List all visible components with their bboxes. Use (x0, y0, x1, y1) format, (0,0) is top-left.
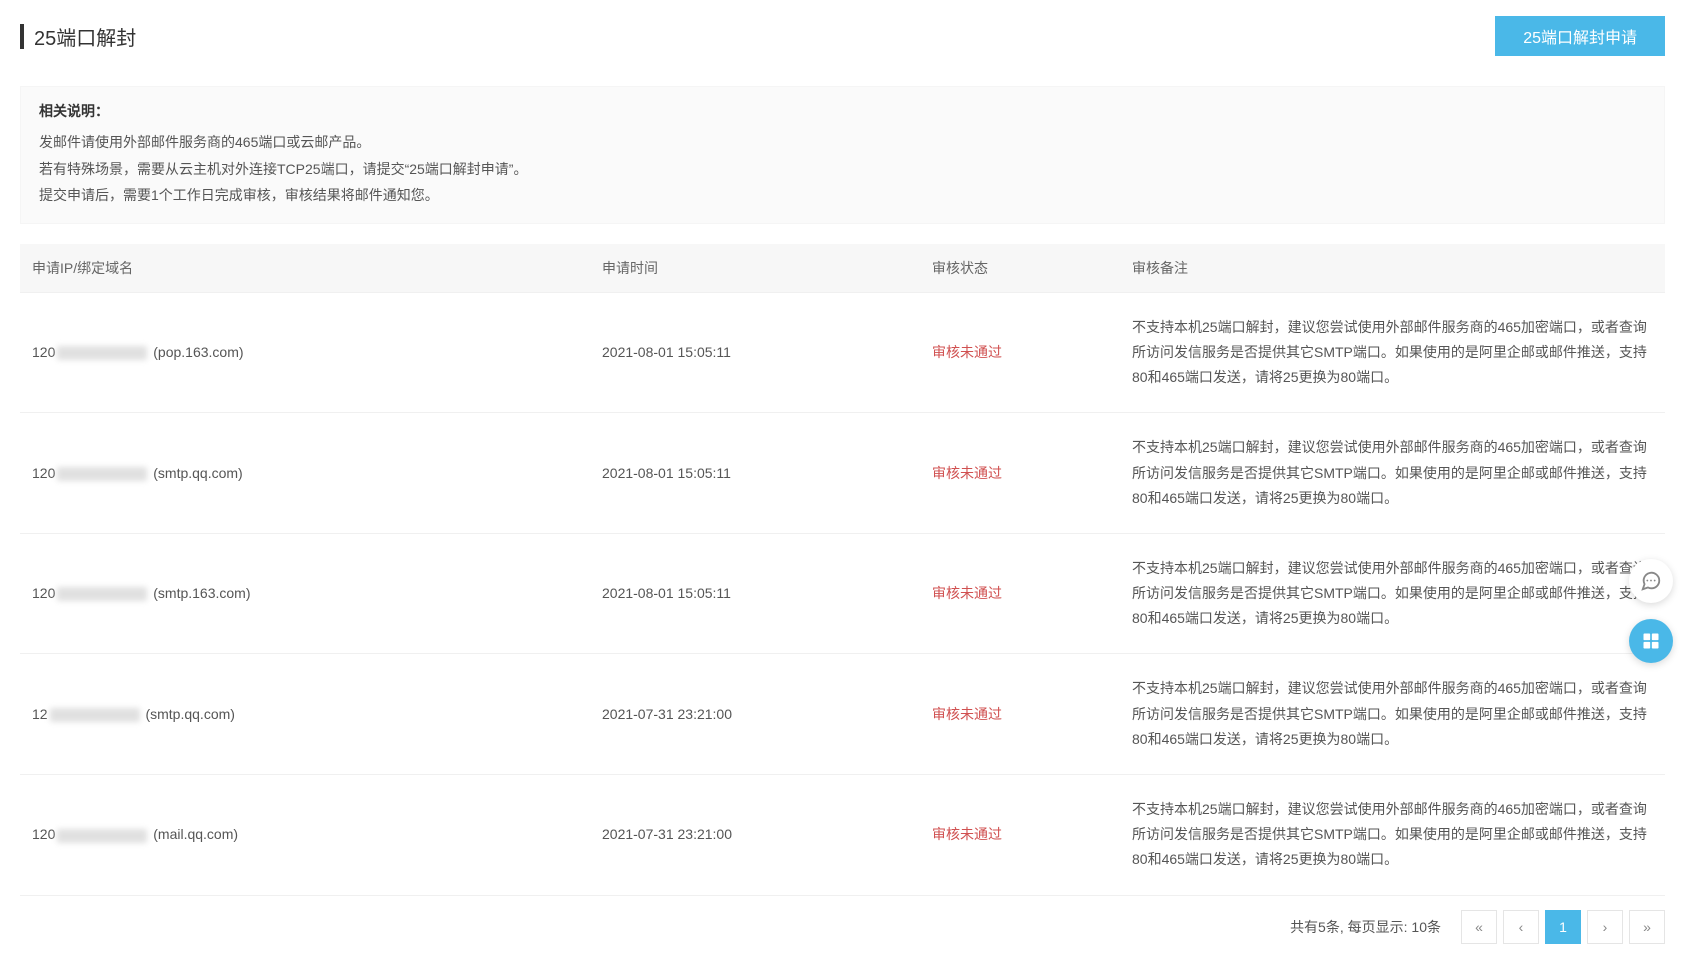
cell-ip-domain: 120 (smtp.qq.com) (20, 413, 590, 534)
th-ip: 申请IP/绑定域名 (20, 244, 590, 293)
page-title: 25端口解封 (20, 22, 136, 51)
redacted-mask (57, 346, 147, 360)
redacted-mask (57, 587, 147, 601)
notice-box: 相关说明： 发邮件请使用外部邮件服务商的465端口或云邮产品。若有特殊场景，需要… (20, 86, 1665, 224)
table-row: 120 (pop.163.com)2021-08-01 15:05:11审核未通… (20, 292, 1665, 413)
page-next-button[interactable]: › (1587, 910, 1623, 944)
cell-apply-time: 2021-08-01 15:05:11 (590, 533, 920, 654)
page-1-button[interactable]: 1 (1545, 910, 1581, 944)
total-count-text: 共有5条, (1290, 919, 1344, 935)
cell-note: 不支持本机25端口解封，建议您尝试使用外部邮件服务商的465加密端口，或者查询所… (1120, 654, 1665, 775)
cell-status: 审核未通过 (920, 654, 1120, 775)
cell-status: 审核未通过 (920, 533, 1120, 654)
apps-icon (1641, 631, 1661, 651)
per-page-value: 10条 (1411, 919, 1441, 935)
cell-note: 不支持本机25端口解封，建议您尝试使用外部邮件服务商的465加密端口，或者查询所… (1120, 775, 1665, 896)
per-page-label: 每页显示: (1348, 919, 1408, 935)
redacted-mask (50, 708, 140, 722)
cell-ip-domain: 120 (pop.163.com) (20, 292, 590, 413)
cell-apply-time: 2021-07-31 23:21:00 (590, 654, 920, 775)
cell-note: 不支持本机25端口解封，建议您尝试使用外部邮件服务商的465加密端口，或者查询所… (1120, 533, 1665, 654)
page-last-button[interactable]: » (1629, 910, 1665, 944)
cell-ip-domain: 120 (mail.qq.com) (20, 775, 590, 896)
th-time: 申请时间 (590, 244, 920, 293)
cell-apply-time: 2021-07-31 23:21:00 (590, 775, 920, 896)
th-note: 审核备注 (1120, 244, 1665, 293)
apply-unblock-button[interactable]: 25端口解封申请 (1495, 16, 1665, 56)
notice-line: 若有特殊场景，需要从云主机对外连接TCP25端口，请提交“25端口解封申请”。 (39, 156, 1646, 183)
cell-ip-domain: 12 (smtp.qq.com) (20, 654, 590, 775)
applications-table: 申请IP/绑定域名 申请时间 审核状态 审核备注 120 (pop.163.co… (20, 244, 1665, 896)
cell-status: 审核未通过 (920, 413, 1120, 534)
th-status: 审核状态 (920, 244, 1120, 293)
table-row: 12 (smtp.qq.com)2021-07-31 23:21:00审核未通过… (20, 654, 1665, 775)
cell-apply-time: 2021-08-01 15:05:11 (590, 413, 920, 534)
cell-status: 审核未通过 (920, 775, 1120, 896)
cell-note: 不支持本机25端口解封，建议您尝试使用外部邮件服务商的465加密端口，或者查询所… (1120, 292, 1665, 413)
table-row: 120 (smtp.qq.com)2021-08-01 15:05:11审核未通… (20, 413, 1665, 534)
table-row: 120 (smtp.163.com)2021-08-01 15:05:11审核未… (20, 533, 1665, 654)
notice-line: 发邮件请使用外部邮件服务商的465端口或云邮产品。 (39, 129, 1646, 156)
notice-line: 提交申请后，需要1个工作日完成审核，审核结果将邮件通知您。 (39, 182, 1646, 209)
cell-ip-domain: 120 (smtp.163.com) (20, 533, 590, 654)
redacted-mask (57, 467, 147, 481)
pagination-info: 共有5条, 每页显示: 10条 (1290, 917, 1441, 937)
cell-apply-time: 2021-08-01 15:05:11 (590, 292, 920, 413)
cell-note: 不支持本机25端口解封，建议您尝试使用外部邮件服务商的465加密端口，或者查询所… (1120, 413, 1665, 534)
redacted-mask (57, 829, 147, 843)
apps-widget-button[interactable] (1629, 619, 1673, 663)
pagination: 共有5条, 每页显示: 10条 « ‹ 1 › » (20, 896, 1665, 958)
page-first-button[interactable]: « (1461, 910, 1497, 944)
chat-widget-button[interactable] (1629, 559, 1673, 603)
notice-title: 相关说明： (39, 101, 1646, 121)
table-row: 120 (mail.qq.com)2021-07-31 23:21:00审核未通… (20, 775, 1665, 896)
page-prev-button[interactable]: ‹ (1503, 910, 1539, 944)
chat-icon (1640, 570, 1662, 592)
cell-status: 审核未通过 (920, 292, 1120, 413)
